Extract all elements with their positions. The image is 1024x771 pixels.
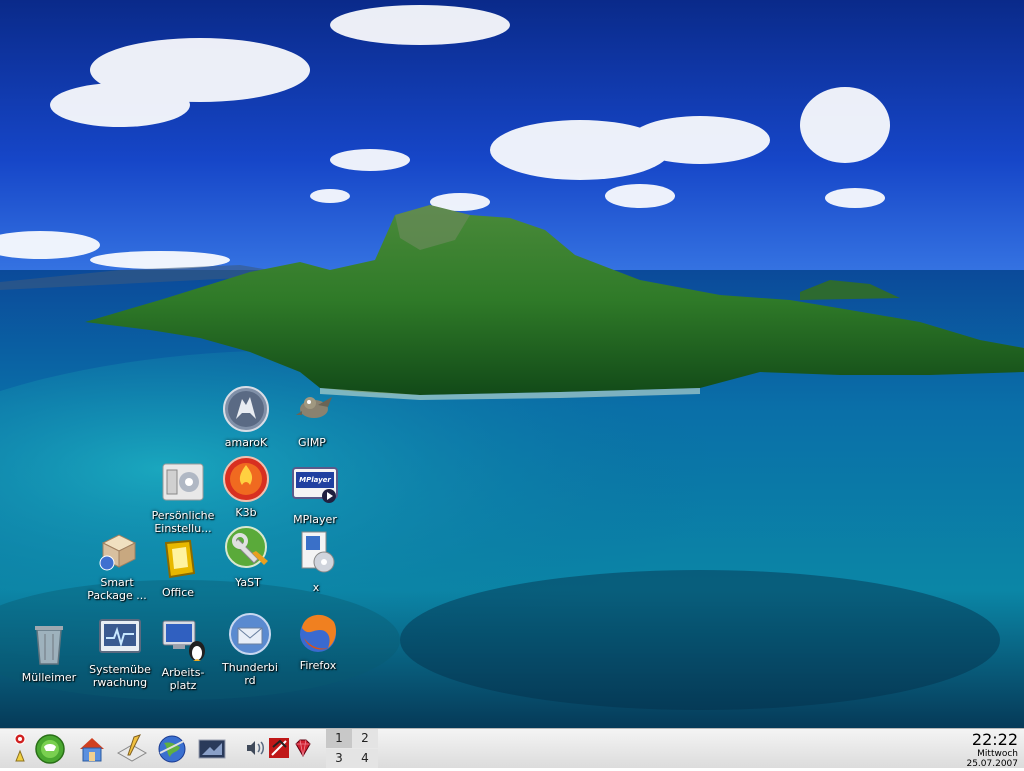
yast-icon	[224, 525, 272, 573]
computer-icon	[159, 615, 207, 663]
home-folder-icon	[80, 738, 104, 762]
smart-package-icon	[93, 525, 141, 573]
desktop-icon-k3b[interactable]: K3b	[206, 455, 286, 519]
clock-time: 22:22	[971, 730, 1018, 749]
pager-desktop-4[interactable]: 4	[352, 749, 378, 768]
kde-menu-button[interactable]	[34, 733, 66, 765]
kde-panel: 1 2 3 4 22:22 Mittwoch 25.07.2007	[0, 728, 1024, 770]
mplayer-icon: MPlayer	[291, 462, 339, 510]
browser-icon	[158, 735, 186, 763]
system-tray	[244, 737, 320, 761]
desktop-icon-mplayer[interactable]: MPlayer MPlayer	[275, 462, 355, 526]
show-desktop-button[interactable]	[196, 733, 228, 765]
desktop-icon-label: K3b	[235, 506, 257, 519]
pager-desktop-1[interactable]: 1	[326, 729, 352, 748]
desktop-icon-firefox[interactable]: Firefox	[278, 608, 358, 672]
desktop-icon-label: Firefox	[299, 659, 337, 672]
desktop-icon-office[interactable]: Office	[138, 535, 218, 599]
editor-button[interactable]	[116, 733, 148, 765]
show-desktop-icon	[198, 739, 226, 759]
desktop-icon-label: Mülleimer	[21, 671, 77, 684]
network-icon[interactable]	[268, 737, 290, 759]
desktop-icon-x[interactable]: x	[276, 530, 356, 594]
k3b-icon	[222, 455, 270, 503]
office-icon	[154, 535, 202, 583]
panel-clock[interactable]: 22:22 Mittwoch 25.07.2007	[948, 729, 1018, 770]
kde-menu-icon	[35, 734, 65, 764]
desktop-icon-label: GIMP	[298, 436, 326, 449]
panel-applet-handle[interactable]	[12, 731, 28, 767]
trash-icon	[25, 620, 73, 668]
amarok-icon	[222, 385, 270, 433]
browser-button[interactable]	[156, 733, 188, 765]
firefox-icon	[294, 608, 342, 656]
edit-icon	[116, 734, 148, 762]
desktop-icon-label: Thunderbi rd	[222, 661, 278, 687]
ruby-icon[interactable]	[292, 737, 314, 759]
desktop-icon-label: Arbeits- platz	[161, 666, 205, 692]
kde-document-icon	[292, 530, 340, 578]
desktop-pager: 1 2 3 4	[326, 729, 378, 768]
clock-weekday: Mittwoch	[977, 749, 1018, 759]
desktop-icon-gimp[interactable]: GIMP	[272, 385, 352, 449]
desktop-icon-label: Office	[161, 586, 195, 599]
gimp-icon	[288, 385, 336, 433]
pager-desktop-2[interactable]: 2	[352, 729, 378, 748]
desktop-icon-muelleimer[interactable]: Mülleimer	[9, 620, 89, 684]
thunderbird-icon	[226, 610, 274, 658]
home-folder-button[interactable]	[76, 733, 108, 765]
desktop-icon-label: x	[312, 581, 320, 594]
volume-icon[interactable]	[244, 737, 266, 759]
system-monitor-icon	[96, 612, 144, 660]
personal-settings-icon	[159, 458, 207, 506]
pager-desktop-3[interactable]: 3	[326, 749, 352, 768]
mplayer-badge-text: MPlayer	[299, 476, 331, 484]
